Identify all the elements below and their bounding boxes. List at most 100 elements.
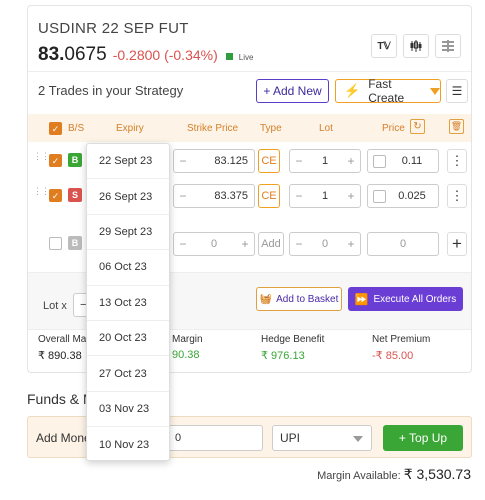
execute-icon: ⏩ [354, 293, 369, 306]
expiry-dropdown: 22 Sept 23 26 Sept 23 29 Sept 23 06 Oct 23 1… [86, 143, 170, 461]
minus-icon[interactable]: − [290, 154, 308, 168]
header-type: Type [260, 123, 282, 134]
add-money-label: Add Mone [36, 431, 91, 445]
header-lot: Lot [319, 123, 333, 134]
minus-icon[interactable]: − [174, 154, 192, 168]
minus-icon[interactable]: − [290, 237, 308, 251]
price-input[interactable]: 0 [367, 232, 439, 256]
buy-sell-toggle[interactable]: B [68, 236, 82, 250]
option-type-toggle[interactable]: CE [258, 149, 280, 173]
candlestick-chart-icon[interactable] [403, 34, 429, 58]
amount-input[interactable]: 0 [168, 425, 263, 451]
option-chain-icon[interactable] [435, 34, 461, 58]
add-new-button[interactable]: + Add New [256, 79, 329, 103]
expiry-option[interactable]: 20 Oct 23 [87, 321, 169, 357]
select-all-checkbox[interactable]: ✓ [49, 122, 62, 135]
price-value: 0.11 [401, 155, 423, 167]
row-checkbox[interactable]: ✓ [49, 154, 62, 167]
strike-value: 83.375 [214, 190, 248, 202]
header-expiry: Expiry [116, 123, 144, 134]
fast-create-button[interactable]: ⚡ Fast Create [335, 77, 441, 105]
list-view-icon[interactable]: ☰ [446, 79, 468, 103]
fast-create-label: Fast Create [368, 77, 405, 105]
lot-multiplier-label: Lot x [43, 300, 67, 312]
minus-icon[interactable]: − [174, 237, 192, 251]
payment-method-select[interactable]: UPI [272, 425, 372, 451]
drag-handle-icon[interactable]: ⋮⋮ [33, 152, 50, 161]
funds-title: Funds & M [27, 391, 95, 407]
price-row: 83.0675 -0.2800 (-0.34%) Live [38, 44, 253, 66]
execute-all-button[interactable]: ⏩ Execute All Orders [348, 287, 463, 311]
price-change: -0.2800 (-0.34%) [112, 47, 218, 63]
add-row-icon[interactable]: + [447, 232, 467, 256]
strike-value: 83.125 [214, 155, 248, 167]
price-input[interactable]: 0.025 [367, 184, 439, 208]
live-indicator-icon [225, 53, 233, 60]
stat-value: ₹ 890.38 [38, 350, 82, 362]
expiry-option[interactable]: 26 Sept 23 [87, 179, 169, 215]
lot-value: 0 [321, 238, 329, 250]
strike-stepper[interactable]: − 83.125 [173, 149, 255, 173]
lot-stepper[interactable]: − 1 + [289, 184, 361, 208]
drag-handle-icon[interactable]: ⋮⋮ [33, 187, 50, 196]
plus-icon[interactable]: + [342, 237, 360, 251]
stat-value: -₹ 85.00 [372, 350, 414, 362]
stat-value: ₹ 976.13 [261, 350, 305, 362]
add-to-basket-button[interactable]: 🧺 Add to Basket [256, 287, 342, 311]
buy-sell-toggle[interactable]: B [68, 153, 82, 167]
stat-value: 90.38 [172, 349, 200, 361]
price-checkbox[interactable] [373, 189, 386, 203]
strike-stepper[interactable]: − 0 + [173, 232, 255, 256]
expiry-option[interactable]: 06 Oct 23 [87, 250, 169, 286]
strike-value: 0 [210, 238, 218, 250]
expiry-option[interactable]: 22 Sept 23 [87, 144, 169, 180]
strategy-title: 2 Trades in your Strategy [38, 83, 184, 98]
lot-value: 1 [321, 155, 329, 167]
minus-icon[interactable]: − [290, 189, 308, 203]
price-value: 0.025 [398, 190, 426, 202]
tradingview-icon[interactable]: T𝕍 [371, 34, 397, 58]
option-type-toggle[interactable]: Add [258, 232, 284, 256]
price-checkbox[interactable] [373, 154, 386, 168]
expiry-option[interactable]: 29 Sept 23 [87, 215, 169, 251]
row-checkbox[interactable]: ✓ [49, 189, 62, 202]
stat-label: Net Premium [372, 334, 431, 345]
minus-icon[interactable]: − [174, 189, 192, 203]
lot-stepper[interactable]: − 1 + [289, 149, 361, 173]
plus-icon[interactable]: + [236, 237, 254, 251]
buy-sell-toggle[interactable]: S [68, 188, 82, 202]
chevron-down-icon [353, 436, 363, 442]
lightning-icon: ⚡ [344, 83, 361, 98]
top-up-button[interactable]: + Top Up [383, 425, 463, 451]
price-input[interactable]: 0.11 [367, 149, 439, 173]
stat-label: Margin [172, 334, 203, 345]
trash-icon[interactable]: 🗑 [449, 119, 464, 134]
table-header: ✓ B/S Expiry Strike Price Type Lot Price… [28, 114, 471, 142]
stat-label: Hedge Benefit [261, 334, 325, 345]
expiry-option[interactable]: 27 Oct 23 [87, 356, 169, 392]
expiry-option[interactable]: 03 Nov 23 [87, 392, 169, 428]
strike-stepper[interactable]: − 83.375 [173, 184, 255, 208]
header-bs: B/S [68, 123, 85, 134]
plus-icon[interactable]: + [342, 154, 360, 168]
instrument-title: USDINR 22 SEP FUT [38, 20, 189, 37]
margin-available-value: ₹ 3,530.73 [403, 466, 471, 482]
plus-icon[interactable]: + [342, 189, 360, 203]
stat-label: Overall Ma [38, 334, 87, 345]
row-menu-icon[interactable]: ⋮ [447, 184, 467, 208]
option-type-toggle[interactable]: CE [258, 184, 280, 208]
lot-value: 1 [321, 190, 329, 202]
refresh-icon[interactable]: ↻ [410, 119, 425, 134]
live-label: Live [238, 53, 254, 62]
margin-available: Margin Available: ₹ 3,530.73 [317, 466, 471, 482]
row-menu-icon[interactable]: ⋮ [447, 149, 467, 173]
header-price: Price [382, 123, 405, 134]
row-checkbox[interactable] [49, 237, 62, 250]
ltp: 83.0675 [38, 44, 107, 65]
expiry-option[interactable]: 13 Oct 23 [87, 286, 169, 321]
header-strike: Strike Price [187, 123, 239, 134]
lot-stepper[interactable]: − 0 + [289, 232, 361, 256]
expiry-option[interactable]: 10 Nov 23 [87, 427, 169, 462]
basket-icon: 🧺 [259, 293, 273, 305]
chevron-down-icon [430, 87, 440, 95]
